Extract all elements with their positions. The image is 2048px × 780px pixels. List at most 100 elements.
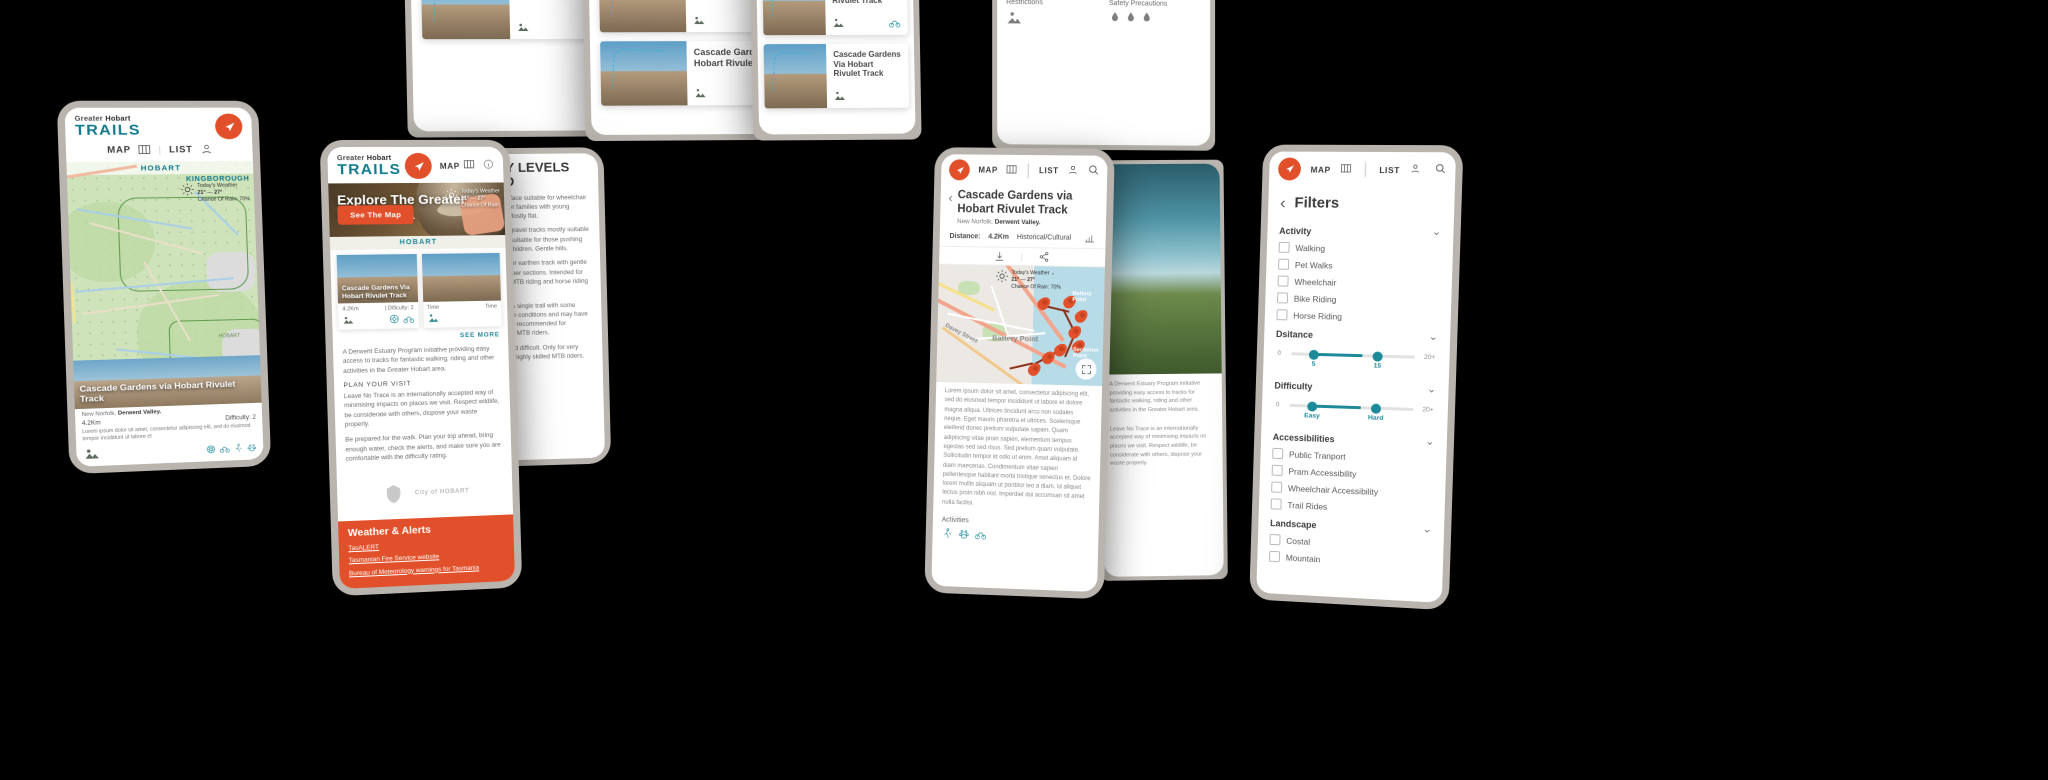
- featured-trail-card[interactable]: Time Time: [421, 253, 501, 328]
- group-label: Difficulty: [1274, 380, 1312, 391]
- landscape-caption: A Derwent Estuary Program initiative pro…: [1102, 373, 1222, 421]
- trail-thumbnail: [421, 253, 501, 302]
- water-drop-icon: [1125, 12, 1137, 24]
- nav-map-label[interactable]: MAP: [440, 161, 460, 170]
- checkbox-bike-riding[interactable]: Bike Riding: [1277, 292, 1439, 306]
- weather-rain-label: Chance Of Rain:: [461, 202, 500, 208]
- back-chevron-icon[interactable]: ‹: [1280, 194, 1286, 211]
- footer-logos: City of HOBART: [337, 471, 513, 516]
- checkbox-public-transport[interactable]: Public Tranport: [1272, 448, 1434, 465]
- map-icon[interactable]: [1006, 161, 1017, 179]
- option-label: Mountain: [1286, 552, 1321, 564]
- trail-card-title: Cascade Gardens Via Hobart Rivulet Track: [833, 50, 901, 79]
- trail-card[interactable]: Cascade Gardens Via Hobart Rivulet Track: [764, 44, 909, 109]
- nav-list-label[interactable]: LIST: [1039, 166, 1059, 175]
- logo[interactable]: Greater Hobart TRAILS: [337, 155, 402, 177]
- person-terrain-icon: [694, 87, 706, 99]
- checkbox-mountain[interactable]: Mountain: [1269, 551, 1431, 570]
- person-icon[interactable]: [200, 143, 213, 155]
- option-label: Horse Riding: [1293, 310, 1342, 321]
- checkbox-wheelchair-accessibility[interactable]: Wheelchair Accessibility: [1271, 482, 1433, 500]
- group-label: Landscape: [1270, 518, 1317, 530]
- info-icon[interactable]: [483, 157, 495, 175]
- trail-thumbnail: [762, 0, 826, 35]
- pet-icon: [958, 528, 970, 540]
- distance-label: Distance:: [949, 233, 980, 240]
- search-icon[interactable]: [1434, 161, 1447, 179]
- phone-home-explore: Greater Hobart TRAILS MAP Explore The Gr…: [320, 140, 523, 597]
- sun-icon: [444, 189, 458, 202]
- featured-trail-card[interactable]: Cascade Gardens Via Hobart Rivulet Track…: [337, 254, 419, 330]
- terrain-icon: [343, 314, 355, 325]
- see-the-map-button[interactable]: See The Map: [337, 205, 414, 225]
- trail-thumbnail: Cascade Gardens Via Hobart Rivulet Track: [337, 254, 418, 303]
- map-icon[interactable]: [463, 157, 475, 175]
- nav-map-label[interactable]: MAP: [1310, 164, 1331, 174]
- map-label: HOBART: [217, 333, 241, 340]
- tool-divider: |: [1021, 252, 1024, 262]
- elevation-chart-icon[interactable]: [1084, 232, 1096, 244]
- weather-widget[interactable]: Today's Weather ⌄ 21° — 27° Chance Of Ra…: [995, 270, 1061, 292]
- logo[interactable]: Greater Hobart TRAILS: [75, 116, 142, 138]
- compass-arrow-icon[interactable]: [949, 159, 970, 180]
- phone-trail-detail: MAP | LIST ‹ Cascade Gardens via Hobart …: [924, 147, 1114, 599]
- safety-label: Safety Precautions: [1109, 0, 1201, 8]
- nav-map-label[interactable]: MAP: [978, 166, 997, 175]
- detail-map[interactable]: Davey Street Battery Point Battery Point…: [936, 265, 1105, 386]
- trail-card[interactable]: Cascade Gardens Via Hobart Rivulet Track: [762, 0, 907, 35]
- trail-thumbnail: [600, 41, 687, 106]
- map-canvas[interactable]: HOBART KINGBOROUGH C856 HOBA: [66, 161, 260, 360]
- compass-arrow-icon[interactable]: [1278, 158, 1301, 181]
- map-icon[interactable]: [138, 144, 151, 156]
- panel-recommended-trails-tertiary: HORSE RIDING Cascade Gardens Via Hobart …: [750, 0, 922, 141]
- nav-map-label[interactable]: MAP: [107, 145, 131, 155]
- range-knob-high[interactable]: [1371, 403, 1381, 413]
- brand-bar: Greater Hobart TRAILS MAP: [327, 147, 503, 184]
- weather-widget[interactable]: Today's Weather 21° — 27° Chance Of Rain…: [444, 188, 500, 209]
- hero-banner[interactable]: Explore The Greater Hobart Area See The …: [328, 182, 505, 237]
- filter-group-landscape: Landscape ⌄ Costal Mountain: [1257, 511, 1444, 573]
- nav-list-label[interactable]: LIST: [169, 144, 193, 154]
- panel-trail-attributes: Imperdiet dui accumsan sit amet nulla mo…: [992, 0, 1215, 151]
- weather-rain: 70%: [239, 196, 250, 202]
- distance-range-slider[interactable]: 0 5 15 20+: [1277, 348, 1435, 372]
- weather-widget[interactable]: Today's Weather 21° — 27° Chance Of Rain…: [180, 183, 250, 205]
- compass-arrow-icon: [215, 114, 243, 140]
- checkbox-wheelchair[interactable]: Wheelchair: [1278, 276, 1440, 290]
- person-icon[interactable]: [1410, 161, 1422, 179]
- trail-location-prefix: New Norfolk,: [81, 410, 116, 417]
- phone-filters: MAP | LIST ‹ Filters Activity ⌄ Walking …: [1249, 145, 1463, 611]
- range-knob-high[interactable]: [1372, 351, 1382, 361]
- chevron-down-icon[interactable]: ⌄: [1425, 437, 1435, 448]
- range-knob-low[interactable]: [1307, 401, 1317, 411]
- range-knob-low[interactable]: [1309, 349, 1319, 359]
- chevron-down-icon[interactable]: ⌄: [1428, 332, 1438, 343]
- weather-low: 21°: [197, 190, 205, 196]
- share-icon[interactable]: [1039, 251, 1050, 262]
- bike-icon: [219, 443, 230, 453]
- trail-difficulty: Time: [485, 304, 497, 310]
- nav-list-label[interactable]: LIST: [1379, 165, 1400, 175]
- difficulty-range-slider[interactable]: 0 Easy Hard 20+: [1275, 399, 1433, 424]
- intro-text: A Derwent Estuary Program initiative pro…: [342, 344, 499, 376]
- checkbox-pet-walks[interactable]: Pet Walks: [1278, 259, 1440, 273]
- back-button[interactable]: ‹: [948, 191, 953, 204]
- person-icon[interactable]: [1067, 162, 1078, 180]
- water-drop-icon: [1109, 11, 1121, 23]
- checkbox-costal[interactable]: Costal: [1269, 534, 1431, 553]
- chevron-down-icon[interactable]: ⌄: [1432, 227, 1442, 238]
- filter-group-accessibilities: Accessibilities ⌄ Public Tranport Pram A…: [1259, 425, 1447, 519]
- filters-title: Filters: [1294, 194, 1339, 211]
- map-icon[interactable]: [1340, 160, 1352, 178]
- chevron-down-icon[interactable]: ⌄: [1427, 384, 1437, 395]
- download-icon[interactable]: [994, 251, 1005, 262]
- option-label: Walking: [1295, 243, 1325, 253]
- trail-thumbnail: [421, 0, 510, 39]
- weather-rain-label: Chance Of Rain:: [198, 196, 238, 202]
- trail-summary-card[interactable]: Cascade Gardens via Hobart Rivulet Track…: [73, 355, 263, 467]
- search-icon[interactable]: [1087, 162, 1099, 180]
- trail-title: Cascade Gardens via Hobart Rivulet Track: [79, 379, 261, 405]
- chevron-down-icon[interactable]: ⌄: [1422, 524, 1432, 536]
- checkbox-pram-accessibility[interactable]: Pram Accessibility: [1272, 465, 1434, 483]
- checkbox-walking[interactable]: Walking: [1279, 242, 1441, 255]
